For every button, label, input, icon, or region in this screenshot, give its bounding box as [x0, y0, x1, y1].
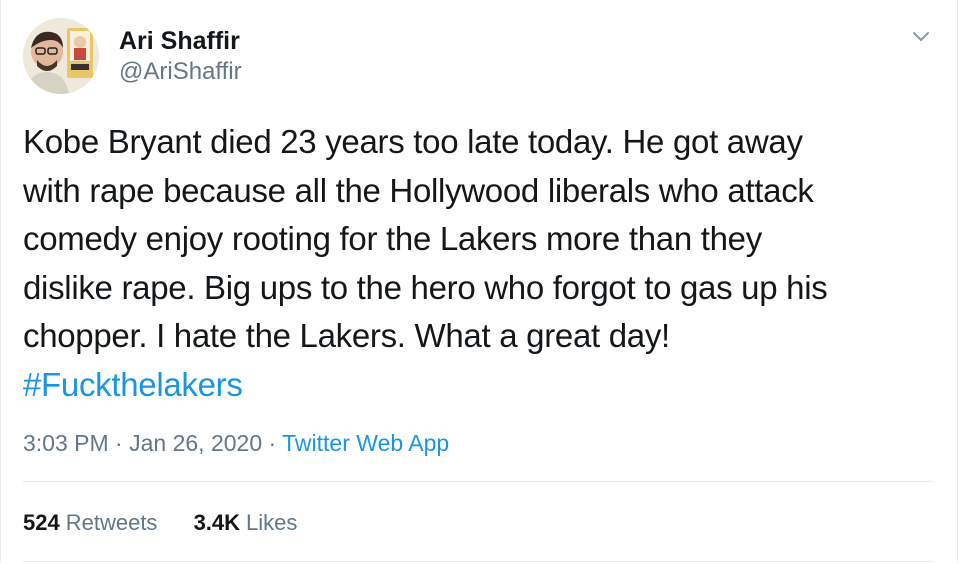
meta-separator: · [108, 430, 130, 456]
tweet-text-line: chopper. I hate the Lakers. What a great… [23, 317, 670, 354]
retweets-label: Retweets [65, 510, 158, 535]
chevron-down-icon [913, 32, 929, 41]
hashtag-line: #Fuckthelakers [23, 361, 933, 410]
author-info: Ari Shaffir @AriShaffir [119, 26, 242, 88]
tweet-date[interactable]: Jan 26, 2020 [129, 430, 262, 456]
hashtag-link[interactable]: #Fuckthelakers [23, 366, 243, 403]
tweet-card: Ari Shaffir @AriShaffir Kobe Bryant died… [0, 0, 958, 562]
retweets-stat[interactable]: 524 Retweets [23, 508, 157, 538]
tweet-meta: 3:03 PM · Jan 26, 2020 · Twitter Web App [23, 428, 449, 458]
author-handle[interactable]: @AriShaffir [119, 56, 242, 88]
likes-label: Likes [246, 510, 298, 535]
meta-separator: · [262, 430, 283, 456]
author-display-name[interactable]: Ari Shaffir [119, 26, 242, 56]
likes-stat[interactable]: 3.4K Likes [194, 508, 298, 538]
tweet-time[interactable]: 3:03 PM [23, 430, 109, 456]
retweets-count: 524 [23, 510, 60, 535]
tweet-source-link[interactable]: Twitter Web App [282, 430, 449, 456]
tweet-text-line: Kobe Bryant died 23 years too late today… [23, 123, 803, 160]
avatar[interactable] [23, 18, 99, 94]
tweet-stats: 524 Retweets 3.4K Likes [23, 508, 327, 538]
divider [23, 481, 933, 482]
tweet-text-line: comedy enjoy rooting for the Lakers more… [23, 220, 762, 257]
avatar-image [23, 18, 99, 94]
tweet-text-line: dislike rape. Big ups to the hero who fo… [23, 268, 828, 306]
divider [23, 561, 933, 562]
likes-count: 3.4K [193, 510, 241, 535]
tweet-menu-button[interactable] [909, 24, 933, 48]
tweet-text-line: with rape because all the Hollywood libe… [23, 171, 814, 209]
tweet-text: Kobe Bryant died 23 years too late today… [23, 118, 933, 409]
